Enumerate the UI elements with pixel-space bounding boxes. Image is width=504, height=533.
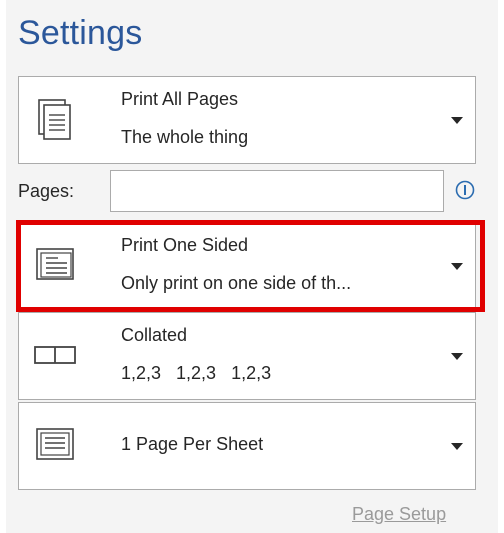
panel-left-margin — [0, 0, 6, 533]
print-settings-panel: Settings Print All Pages The whole thing… — [0, 0, 504, 533]
collated-icon — [34, 346, 76, 364]
chevron-down-icon — [451, 353, 463, 360]
chevron-down-icon — [451, 263, 463, 270]
pages-input[interactable] — [110, 170, 444, 212]
document-pages-icon — [38, 99, 71, 140]
collation-title: Collated — [121, 325, 188, 345]
chevron-down-icon — [451, 117, 463, 124]
pages-per-sheet-dropdown[interactable]: 1 Page Per Sheet — [18, 402, 476, 490]
print-pages-dropdown[interactable]: Print All Pages The whole thing — [18, 76, 476, 164]
one-sided-icon — [36, 248, 74, 280]
info-icon[interactable] — [455, 180, 475, 200]
collation-dropdown[interactable]: Collated 1,2,3 1,2,3 1,2,3 — [18, 312, 476, 400]
settings-title: Settings — [18, 14, 143, 52]
collation-subtitle: 1,2,3 1,2,3 1,2,3 — [121, 363, 272, 383]
chevron-down-icon — [451, 443, 463, 450]
page-setup-link[interactable]: Page Setup — [352, 504, 446, 525]
print-pages-subtitle: The whole thing — [121, 127, 249, 147]
panel-right-margin — [498, 0, 504, 533]
print-pages-title: Print All Pages — [121, 89, 239, 109]
pages-label: Pages: — [18, 181, 75, 201]
sides-dropdown[interactable]: Print One Sided Only print on one side o… — [18, 222, 476, 310]
sides-subtitle: Only print on one side of th... — [121, 273, 352, 293]
page-per-sheet-icon — [36, 428, 74, 460]
pages-per-sheet-title: 1 Page Per Sheet — [121, 434, 264, 454]
sides-title: Print One Sided — [121, 235, 249, 255]
